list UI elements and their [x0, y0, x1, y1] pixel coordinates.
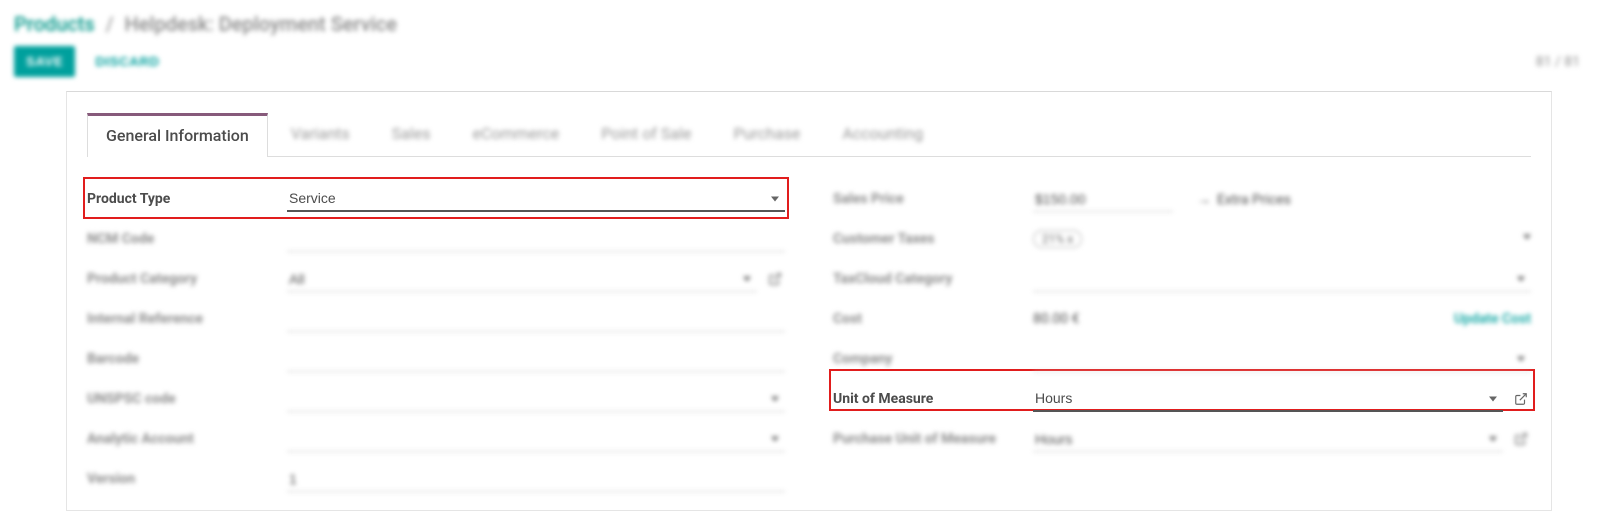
row-purchase-uom: Purchase Unit of Measure: [833, 419, 1531, 459]
row-company: Company: [833, 339, 1531, 379]
label-purchase-uom: Purchase Unit of Measure: [833, 431, 1033, 447]
tab-bar: General Information Variants Sales eComm…: [87, 112, 1531, 157]
value-product-type: [287, 186, 785, 212]
row-analytic-account: Analytic Account: [87, 419, 785, 459]
label-analytic-account: Analytic Account: [87, 431, 287, 447]
breadcrumb-root[interactable]: Products: [14, 12, 95, 36]
product-category-select[interactable]: [287, 267, 757, 292]
analytic-account-select[interactable]: [287, 427, 785, 452]
label-sales-price: Sales Price: [833, 191, 1033, 207]
form-columns: Product Type NCM Code Product Category: [87, 179, 1531, 499]
purchase-uom-select[interactable]: [1033, 427, 1503, 452]
row-taxcloud-category: TaxCloud Category: [833, 259, 1531, 299]
external-link-icon[interactable]: [1511, 429, 1531, 449]
tab-point-of-sale[interactable]: Point of Sale: [582, 113, 710, 157]
label-customer-taxes: Customer Taxes: [833, 231, 1033, 247]
chevron-down-icon: [771, 197, 779, 202]
label-barcode: Barcode: [87, 351, 287, 367]
action-bar: SAVE DISCARD 81 / 81: [0, 42, 1600, 91]
row-customer-taxes: Customer Taxes 21% x: [833, 219, 1531, 259]
chevron-down-icon: [1517, 357, 1525, 362]
tab-general-information[interactable]: General Information: [87, 113, 268, 157]
row-product-category: Product Category: [87, 259, 785, 299]
external-link-icon[interactable]: [765, 269, 785, 289]
label-product-category: Product Category: [87, 271, 287, 287]
tab-purchase[interactable]: Purchase: [714, 113, 819, 157]
pager[interactable]: 81 / 81: [1536, 54, 1586, 70]
label-internal-reference: Internal Reference: [87, 311, 287, 327]
update-cost-link[interactable]: Update Cost: [1454, 311, 1531, 327]
discard-button[interactable]: DISCARD: [89, 53, 165, 70]
row-cost: Cost 80.00 € Update Cost: [833, 299, 1531, 339]
external-link-icon[interactable]: [1511, 389, 1531, 409]
barcode-input[interactable]: [287, 347, 785, 372]
tab-sales[interactable]: Sales: [373, 113, 450, 157]
label-company: Company: [833, 351, 1033, 367]
save-button[interactable]: SAVE: [14, 46, 75, 77]
sales-price-input[interactable]: [1033, 187, 1173, 212]
tax-chip[interactable]: 21% x: [1033, 230, 1082, 248]
right-column: Sales Price →Extra Prices Customer Taxes…: [833, 179, 1531, 499]
chevron-down-icon: [743, 277, 751, 282]
chevron-down-icon: [1489, 397, 1497, 402]
row-product-type: Product Type: [87, 179, 785, 219]
breadcrumb-separator: /: [106, 12, 114, 36]
label-unspsc: UNSPSC code: [87, 391, 287, 407]
label-taxcloud-category: TaxCloud Category: [833, 271, 1033, 287]
left-column: Product Type NCM Code Product Category: [87, 179, 785, 499]
breadcrumb-current: Helpdesk: Deployment Service: [125, 12, 397, 36]
chevron-down-icon: [1489, 437, 1497, 442]
row-internal-reference: Internal Reference: [87, 299, 785, 339]
cost-value: 80.00 €: [1033, 311, 1080, 327]
row-sales-price: Sales Price →Extra Prices: [833, 179, 1531, 219]
row-barcode: Barcode: [87, 339, 785, 379]
chevron-down-icon: [1523, 234, 1531, 239]
row-version: Version: [87, 459, 785, 499]
label-version: Version: [87, 471, 287, 487]
label-unit-of-measure: Unit of Measure: [833, 391, 1033, 407]
tab-accounting[interactable]: Accounting: [823, 113, 942, 157]
label-ncm-code: NCM Code: [87, 231, 287, 247]
chevron-down-icon: [1517, 277, 1525, 282]
row-unspsc: UNSPSC code: [87, 379, 785, 419]
version-input[interactable]: [287, 467, 785, 492]
label-cost: Cost: [833, 311, 1033, 327]
unit-of-measure-select[interactable]: [1033, 386, 1503, 412]
taxcloud-category-select[interactable]: [1033, 267, 1531, 292]
label-product-type: Product Type: [87, 191, 287, 207]
row-ncm-code: NCM Code: [87, 219, 785, 259]
tab-ecommerce[interactable]: eCommerce: [454, 113, 579, 157]
company-select[interactable]: [1033, 347, 1531, 372]
form-sheet: General Information Variants Sales eComm…: [66, 91, 1552, 511]
breadcrumb: Products / Helpdesk: Deployment Service: [0, 0, 1600, 42]
extra-prices-link[interactable]: →Extra Prices: [1197, 191, 1291, 208]
unspsc-select[interactable]: [287, 387, 785, 412]
tab-variants[interactable]: Variants: [272, 113, 369, 157]
ncm-code-input[interactable]: [287, 227, 785, 252]
row-unit-of-measure: Unit of Measure: [833, 379, 1531, 419]
arrow-right-icon: →: [1197, 191, 1211, 208]
product-type-select[interactable]: [287, 186, 785, 212]
chevron-down-icon: [771, 437, 779, 442]
internal-reference-input[interactable]: [287, 307, 785, 332]
chevron-down-icon: [771, 397, 779, 402]
